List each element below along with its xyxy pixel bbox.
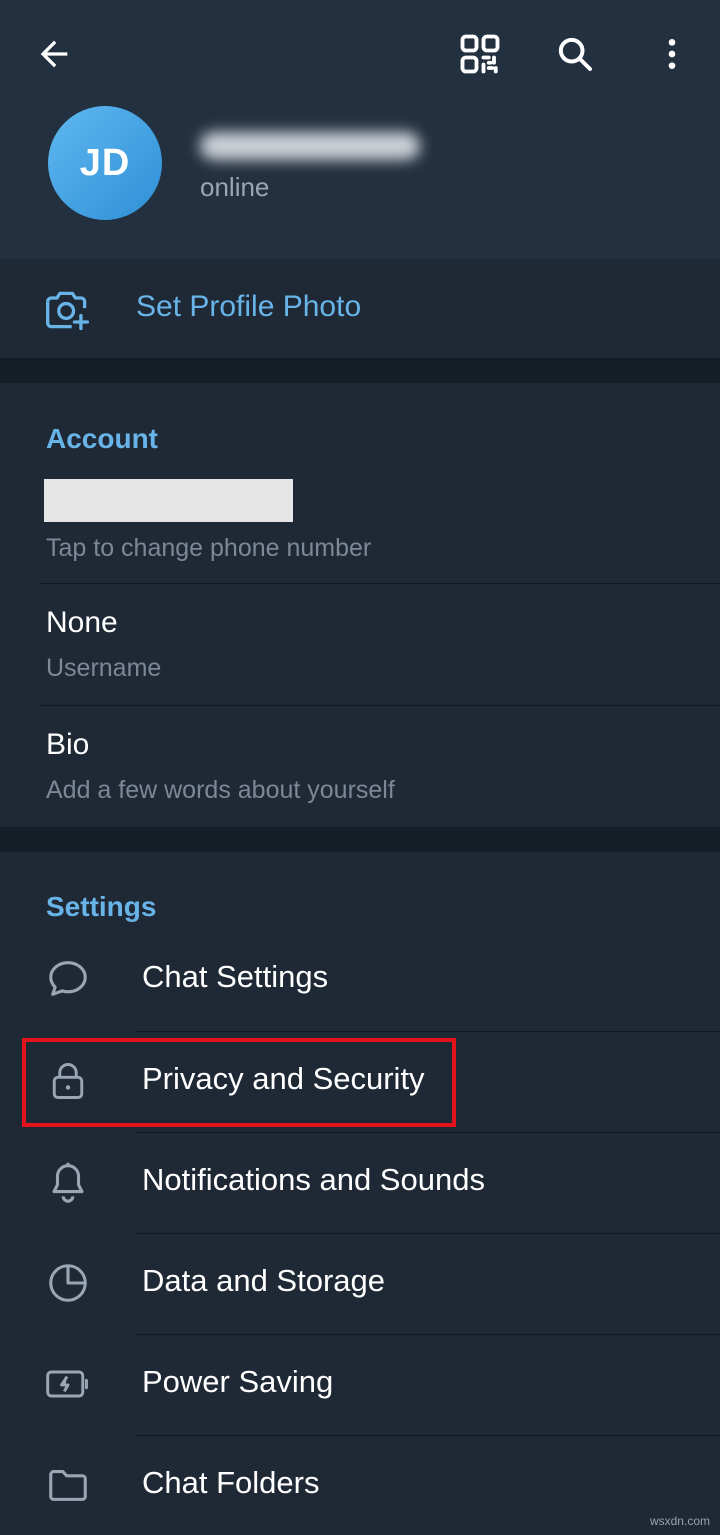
more-vertical-icon [668, 39, 676, 69]
back-button[interactable] [24, 24, 84, 84]
account-section-title: Account [46, 423, 158, 454]
camera-add-icon [46, 291, 90, 331]
more-options-button[interactable] [642, 24, 702, 84]
section-separator [0, 827, 720, 852]
highlight-annotation-box [22, 1038, 456, 1127]
menu-item-chat-folders[interactable]: Chat Folders [0, 1435, 720, 1535]
qr-code-icon [460, 34, 500, 74]
profile-header: JD online [0, 0, 720, 259]
profile-status: online [200, 172, 270, 202]
search-icon [558, 37, 592, 71]
set-profile-photo-button[interactable]: Set Profile Photo [0, 261, 720, 358]
menu-item-notifications-sounds[interactable]: Notifications and Sounds [0, 1132, 720, 1232]
watermark: wsxdn.com [649, 1514, 710, 1528]
folder-icon [40, 1457, 96, 1513]
qr-code-button[interactable] [450, 24, 510, 84]
menu-item-chat-settings[interactable]: Chat Settings [0, 929, 720, 1029]
menu-item-label: Chat Settings [142, 959, 329, 994]
menu-item-label: Power Saving [142, 1364, 334, 1399]
bio-hint: Add a few words about yourself [46, 776, 395, 804]
profile-name-redacted [200, 126, 500, 166]
back-arrow-icon [40, 40, 68, 68]
settings-section-title: Settings [46, 891, 157, 922]
phone-number-redacted[interactable] [44, 479, 293, 522]
menu-item-label: Notifications and Sounds [142, 1162, 485, 1197]
username-row[interactable]: None Username [0, 584, 720, 705]
battery-bolt-icon [40, 1356, 96, 1412]
bio-value: Bio [46, 728, 90, 761]
menu-item-label: Chat Folders [142, 1465, 320, 1500]
username-label: Username [46, 654, 162, 682]
search-button[interactable] [545, 24, 605, 84]
chat-bubble-icon [40, 951, 96, 1007]
username-value: None [46, 606, 118, 639]
pie-chart-icon [40, 1255, 96, 1311]
section-separator [0, 358, 720, 383]
bio-row[interactable]: Bio Add a few words about yourself [0, 706, 720, 827]
avatar[interactable]: JD [48, 106, 162, 220]
menu-item-data-storage[interactable]: Data and Storage [0, 1233, 720, 1333]
phone-hint: Tap to change phone number [46, 534, 372, 562]
set-profile-photo-label: Set Profile Photo [136, 290, 362, 323]
menu-item-label: Data and Storage [142, 1263, 386, 1298]
menu-item-power-saving[interactable]: Power Saving [0, 1334, 720, 1434]
bell-icon [40, 1154, 96, 1210]
